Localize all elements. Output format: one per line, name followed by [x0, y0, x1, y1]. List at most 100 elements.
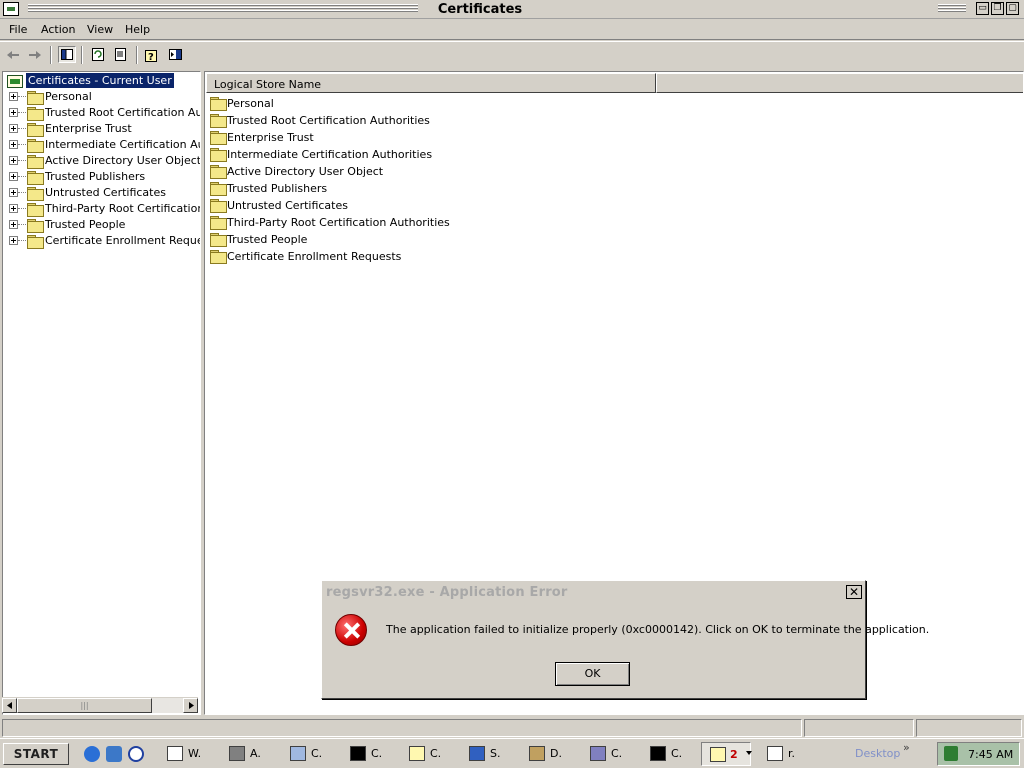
- help-icon[interactable]: ?: [143, 46, 161, 63]
- tree-root[interactable]: Certificates - Current User: [3, 73, 200, 89]
- list-item-label: Intermediate Certification Authorities: [227, 148, 433, 161]
- expand-plus-icon[interactable]: [9, 156, 18, 165]
- list-item[interactable]: Trusted People: [210, 231, 650, 248]
- title-bar[interactable]: Certificates ▭ ❐ ▢: [0, 0, 1024, 19]
- taskbar-button-s-task[interactable]: S.: [469, 743, 525, 765]
- close-button[interactable]: ▢: [1006, 2, 1019, 15]
- menu-view[interactable]: View: [82, 23, 118, 36]
- mmc-app-icon[interactable]: [3, 2, 19, 16]
- scroll-left-arrow[interactable]: [2, 698, 17, 713]
- folder-icon: [210, 199, 227, 213]
- tree-item[interactable]: Untrusted Certificates: [3, 185, 200, 201]
- menu-help[interactable]: Help: [120, 23, 155, 36]
- task-app-icon: [409, 746, 425, 761]
- folder-icon: [27, 91, 44, 105]
- expand-plus-icon[interactable]: [9, 204, 18, 213]
- folder-icon: [210, 250, 227, 264]
- menu-action[interactable]: Action: [36, 23, 80, 36]
- tree-item[interactable]: Certificate Enrollment Requests: [3, 233, 200, 249]
- restore-button[interactable]: ❐: [991, 2, 1004, 15]
- toolbar-chevron-icon[interactable]: »: [903, 741, 910, 754]
- show-hide-action-pane-icon[interactable]: [166, 46, 184, 63]
- application-error-dialog[interactable]: regsvr32.exe - Application Error ✕ The a…: [321, 580, 929, 699]
- tree-item-label: Certificate Enrollment Requests: [45, 234, 200, 247]
- desktop-toolbar-label[interactable]: Desktop: [855, 747, 900, 760]
- back-arrow-icon[interactable]: [4, 46, 22, 63]
- list-item-label: Trusted People: [227, 233, 308, 246]
- group-dropdown-arrow-icon[interactable]: [746, 751, 752, 755]
- tree-root-label[interactable]: Certificates - Current User: [26, 73, 174, 88]
- dialog-close-button[interactable]: ✕: [846, 585, 862, 599]
- status-panel-2: [804, 719, 914, 737]
- expand-plus-icon[interactable]: [9, 220, 18, 229]
- taskbar-button-word-task[interactable]: W.: [167, 743, 223, 765]
- taskbar-button-c-task[interactable]: C.: [590, 743, 646, 765]
- tree-horizontal-scrollbar[interactable]: |||: [2, 697, 198, 713]
- start-button[interactable]: START: [3, 743, 69, 765]
- clock[interactable]: 7:45 AM: [968, 748, 1013, 761]
- taskbar-button-c-task[interactable]: C.: [290, 743, 346, 765]
- list-item[interactable]: Certificate Enrollment Requests: [210, 248, 650, 265]
- list-item[interactable]: Enterprise Trust: [210, 129, 650, 146]
- ok-button[interactable]: OK: [555, 662, 630, 686]
- tree-item[interactable]: Trusted Publishers: [3, 169, 200, 185]
- task-app-icon: [350, 746, 366, 761]
- tree-item[interactable]: Trusted Root Certification Authorities: [3, 105, 200, 121]
- refresh-icon[interactable]: [89, 46, 107, 63]
- expand-plus-icon[interactable]: [9, 92, 18, 101]
- task-label: D.: [550, 747, 562, 760]
- list-item[interactable]: Active Directory User Object: [210, 163, 650, 180]
- expand-plus-icon[interactable]: [9, 124, 18, 133]
- tree-item[interactable]: Third-Party Root Certification Authoriti…: [3, 201, 200, 217]
- outlook-express-icon[interactable]: [106, 746, 122, 762]
- taskbar-button-help-task[interactable]: C.: [409, 743, 465, 765]
- network-tray-icon[interactable]: [944, 746, 958, 761]
- scroll-thumb[interactable]: |||: [17, 698, 152, 713]
- list-item[interactable]: Untrusted Certificates: [210, 197, 650, 214]
- console-tree[interactable]: Certificates - Current User Personal Trus…: [2, 71, 201, 715]
- folder-icon: [210, 131, 227, 145]
- task-app-icon: [767, 746, 783, 761]
- export-list-icon[interactable]: [112, 46, 130, 63]
- list-item-label: Trusted Publishers: [227, 182, 328, 195]
- toolbar-separator: [136, 46, 138, 64]
- tree-item[interactable]: Intermediate Certification Authorities: [3, 137, 200, 153]
- list-item[interactable]: Trusted Root Certification Authorities: [210, 112, 650, 129]
- column-header-logical-store-name[interactable]: Logical Store Name: [206, 73, 656, 93]
- media-player-icon[interactable]: [128, 746, 144, 762]
- system-tray: 7:45 AM: [937, 742, 1020, 766]
- tree-item[interactable]: Trusted People: [3, 217, 200, 233]
- list-item[interactable]: Third-Party Root Certification Authoriti…: [210, 214, 650, 231]
- scroll-right-arrow[interactable]: [183, 698, 198, 713]
- taskbar-button-cmd-task[interactable]: C.: [650, 743, 706, 765]
- expand-plus-icon[interactable]: [9, 108, 18, 117]
- task-app-icon: [469, 746, 485, 761]
- tree-item[interactable]: Personal: [3, 89, 200, 105]
- menu-file[interactable]: File: [4, 23, 32, 36]
- task-label: C.: [311, 747, 323, 760]
- tree-item[interactable]: Enterprise Trust: [3, 121, 200, 137]
- expand-plus-icon[interactable]: [9, 140, 18, 149]
- show-hide-tree-icon[interactable]: [58, 46, 76, 63]
- expand-plus-icon[interactable]: [9, 172, 18, 181]
- menu-bar: File Action View Help: [0, 20, 1024, 40]
- taskbar-button-d-task[interactable]: D.: [529, 743, 585, 765]
- taskbar-button-a-task[interactable]: A.: [229, 743, 285, 765]
- taskbar-button-cmd-task[interactable]: C.: [350, 743, 406, 765]
- list-item[interactable]: Personal: [210, 95, 650, 112]
- minimize-button[interactable]: ▭: [976, 2, 989, 15]
- taskbar-button-r-task[interactable]: r.: [767, 743, 827, 765]
- list-item[interactable]: Trusted Publishers: [210, 180, 650, 197]
- tree-connector: [18, 208, 26, 209]
- certificate-store-icon: [7, 75, 23, 88]
- forward-arrow-icon[interactable]: [26, 46, 44, 63]
- tree-item-label: Trusted Root Certification Authorities: [45, 106, 201, 119]
- tree-item[interactable]: Active Directory User Object: [3, 153, 200, 169]
- expand-plus-icon[interactable]: [9, 188, 18, 197]
- expand-plus-icon[interactable]: [9, 236, 18, 245]
- internet-explorer-icon[interactable]: [84, 746, 100, 762]
- list-item[interactable]: Intermediate Certification Authorities: [210, 146, 650, 163]
- task-app-icon: [650, 746, 666, 761]
- toolbar: ?: [0, 41, 1024, 67]
- taskbar-active-group[interactable]: 2: [701, 742, 751, 766]
